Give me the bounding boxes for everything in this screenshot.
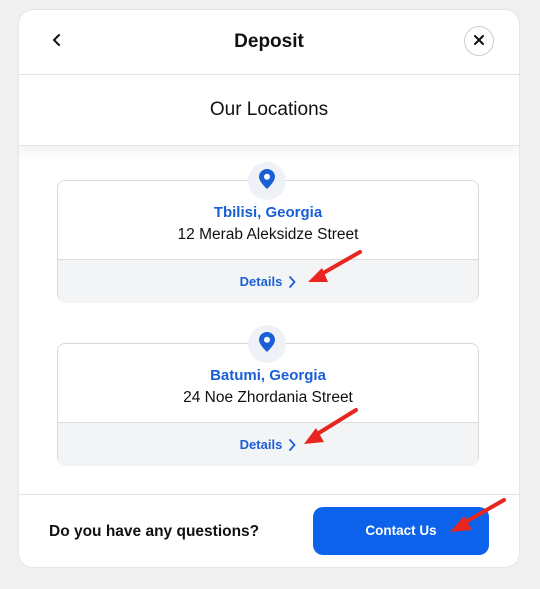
dialog-header: Deposit — [19, 10, 519, 75]
questions-text: Do you have any questions? — [49, 523, 260, 540]
details-button[interactable]: Details — [58, 422, 478, 466]
location-street: 12 Merab Aleksidze Street — [177, 226, 359, 243]
location-pin-icon — [259, 331, 275, 357]
chevron-right-icon — [288, 275, 296, 288]
details-label: Details — [239, 437, 283, 452]
location-badge — [248, 325, 286, 363]
details-label: Details — [239, 274, 283, 289]
location-card-batumi: Batumi, Georgia 24 Noe Zhordania Street … — [57, 325, 479, 466]
location-city: Batumi, Georgia — [210, 367, 326, 384]
locations-list: Tbilisi, Georgia 12 Merab Aleksidze Stre… — [19, 146, 519, 494]
chevron-right-icon — [288, 438, 296, 451]
details-button[interactable]: Details — [58, 259, 478, 303]
location-pin-icon — [259, 168, 275, 194]
dialog-footer: Do you have any questions? Contact Us — [19, 494, 519, 567]
back-button[interactable] — [45, 30, 69, 54]
location-card-tbilisi: Tbilisi, Georgia 12 Merab Aleksidze Stre… — [57, 162, 479, 303]
dialog-title: Deposit — [234, 31, 304, 52]
location-badge — [248, 162, 286, 200]
close-icon — [474, 32, 484, 50]
contact-us-button[interactable]: Contact Us — [313, 507, 489, 555]
deposit-dialog: Deposit Our Locations Tbilisi, Georgia 1… — [19, 10, 519, 567]
location-street: 24 Noe Zhordania Street — [183, 389, 353, 406]
location-city: Tbilisi, Georgia — [213, 204, 323, 221]
section-title: Our Locations — [19, 75, 519, 146]
chevron-left-icon — [50, 33, 64, 52]
close-button[interactable] — [464, 26, 494, 56]
